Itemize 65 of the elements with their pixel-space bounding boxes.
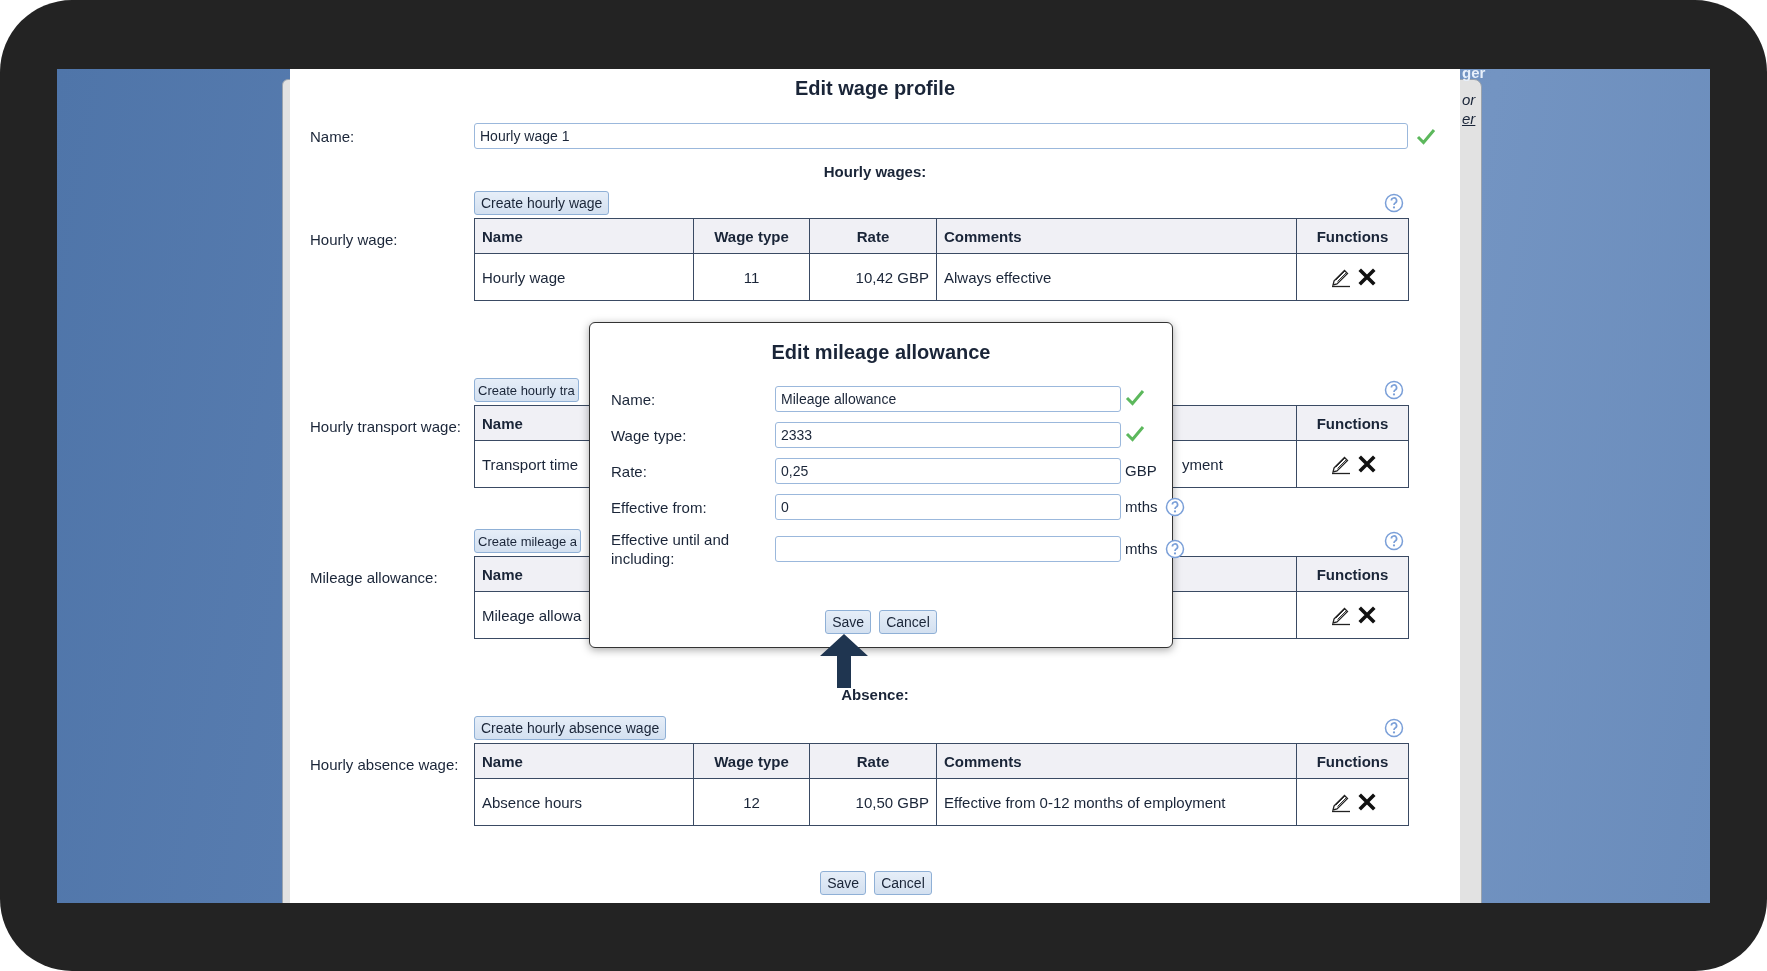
field-label: Rate: [611, 461, 648, 481]
table-cell: Hourly wage [482, 268, 566, 286]
group-label: Hourly absence wage: [309, 754, 460, 774]
help-icon[interactable] [1384, 718, 1404, 738]
column-header: Comments [936, 743, 1297, 779]
group-label: Mileage allowance: [309, 567, 439, 587]
table-cell: Absence hours [482, 793, 583, 811]
column-header: Name [474, 743, 694, 779]
link[interactable]: er [1462, 110, 1476, 127]
window-text: or [1462, 91, 1476, 108]
help-icon[interactable] [1384, 380, 1404, 400]
unit-label: mths [1125, 540, 1158, 557]
create-button[interactable]: Create mileage a [474, 529, 581, 553]
save-button[interactable]: Save [825, 610, 872, 634]
group-label: Hourly wage: [309, 229, 399, 249]
field-label: Name: [309, 127, 356, 145]
help-icon[interactable] [1384, 193, 1404, 213]
column-header: Name [474, 218, 694, 254]
table-cell: yment [1182, 455, 1223, 473]
window-text: ger [1462, 69, 1486, 81]
column-header: Wage type [693, 743, 810, 779]
table-cell: Effective from 0-12 months of employment [944, 793, 1226, 811]
create-button[interactable]: Create hourly tra [474, 378, 579, 402]
name-field[interactable]: Hourly wage 1 [474, 123, 1408, 149]
table-cell: 11 [743, 268, 760, 286]
create-button[interactable]: Create hourly wage [474, 191, 610, 215]
table-cell: 10,42 GBP [855, 268, 929, 286]
input-field[interactable]: 2333 [775, 422, 1121, 448]
help-icon[interactable] [1165, 539, 1185, 559]
column-header: Functions [1296, 556, 1409, 592]
unit-label: mths [1125, 498, 1158, 515]
delete-icon[interactable] [1357, 793, 1376, 811]
delete-icon[interactable] [1357, 455, 1376, 473]
table-cell: 12 [743, 793, 760, 811]
delete-icon[interactable] [1357, 606, 1376, 624]
table-cell: Transport time [482, 455, 579, 473]
column-header: Functions [1296, 743, 1409, 779]
modal-title: Edit mileage allowance [770, 341, 992, 364]
help-icon[interactable] [1384, 531, 1404, 551]
input-field[interactable]: 0,25 [775, 458, 1121, 484]
column-header: Rate [809, 743, 937, 779]
delete-icon[interactable] [1357, 268, 1376, 286]
dialog-title: Edit wage profile [794, 76, 956, 101]
save-button[interactable]: Save [820, 871, 867, 895]
column-header: Wage type [693, 218, 810, 254]
cancel-button[interactable]: Cancel [879, 610, 937, 634]
column-header: Functions [1296, 218, 1409, 254]
table-cell: Always effective [944, 268, 1052, 286]
input-field[interactable]: 0 [775, 494, 1121, 520]
unit-label: GBP [1125, 462, 1157, 479]
cancel-button[interactable]: Cancel [874, 871, 932, 895]
help-icon[interactable] [1165, 497, 1185, 517]
column-header: Functions [1296, 405, 1409, 441]
section-heading: Hourly wages: [823, 163, 927, 180]
group-label: Hourly transport wage: [309, 416, 462, 436]
section-heading: Absence: [841, 686, 909, 703]
table-cell: Mileage allowa [482, 606, 582, 624]
input-field[interactable]: Mileage allowance [775, 386, 1121, 412]
annotation-arrow [820, 634, 868, 688]
column-header: Comments [936, 218, 1297, 254]
table-cell: 10,50 GBP [855, 793, 929, 811]
create-button[interactable]: Create hourly absence wage [474, 716, 667, 740]
input-field[interactable] [775, 536, 1121, 562]
field-label: Effective from: [611, 497, 708, 517]
column-header: Rate [809, 218, 937, 254]
